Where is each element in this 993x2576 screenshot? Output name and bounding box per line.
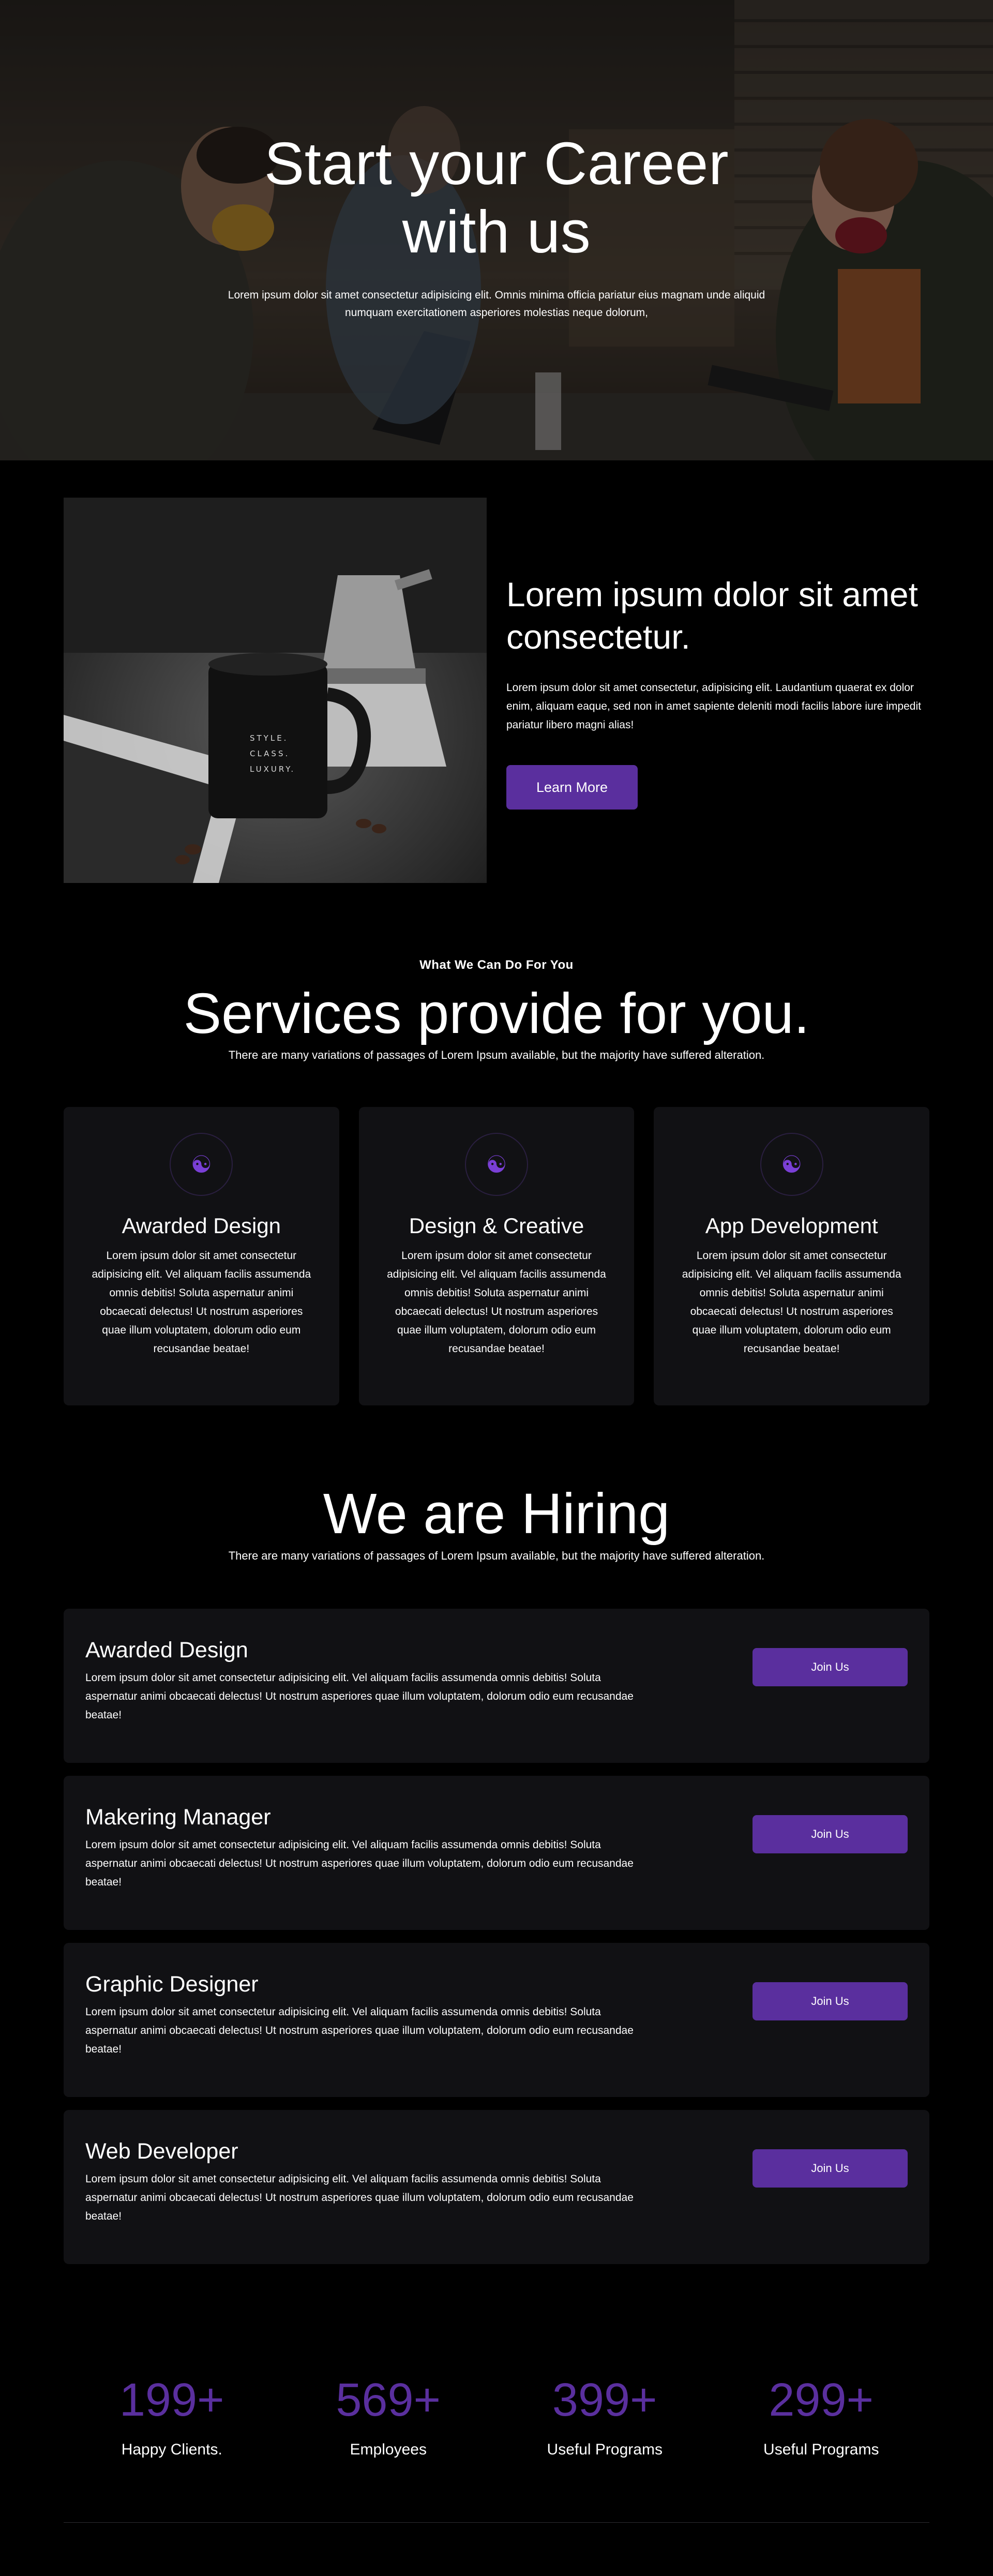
hero-section: Start your Career with us Lorem ipsum do… xyxy=(0,0,993,460)
stat-item: 399+ Useful Programs xyxy=(496,2374,713,2459)
stat-value: 199+ xyxy=(119,2374,224,2426)
service-card: ☯ Awarded Design Lorem ipsum dolor sit a… xyxy=(64,1107,339,1405)
services-cards: ☯ Awarded Design Lorem ipsum dolor sit a… xyxy=(64,1107,930,1405)
hiring-subtitle: There are many variations of passages of… xyxy=(228,1549,765,1562)
job-card: Web Developer Lorem ipsum dolor sit amet… xyxy=(64,2110,929,2264)
about-copy: Lorem ipsum dolor sit amet consectetur. … xyxy=(506,573,930,810)
service-icon-ring: ☯ xyxy=(170,1133,233,1196)
hero-description: Lorem ipsum dolor sit amet consectetur a… xyxy=(228,289,765,319)
service-icon-ring: ☯ xyxy=(465,1133,528,1196)
mug-image: STYLE. CLASS. LUXURY. xyxy=(64,498,487,883)
stat-value: 569+ xyxy=(336,2374,441,2426)
hero-content: Start your Career with us Lorem ipsum do… xyxy=(0,129,993,322)
stat-value: 399+ xyxy=(552,2374,657,2426)
svg-text:LUXURY.: LUXURY. xyxy=(250,765,295,774)
service-card-text: Lorem ipsum dolor sit amet consectetur a… xyxy=(92,1250,311,1355)
services-subtitle: There are many variations of passages of… xyxy=(228,1049,765,1061)
services-title: Services provide for you. xyxy=(183,982,810,1045)
yin-yang-icon: ☯ xyxy=(781,1151,803,1178)
job-card: Awarded Design Lorem ipsum dolor sit ame… xyxy=(64,1609,929,1763)
service-card: ☯ Design & Creative Lorem ipsum dolor si… xyxy=(358,1107,635,1405)
stat-label: Useful Programs xyxy=(547,2441,663,2458)
job-card: Graphic Designer Lorem ipsum dolor sit a… xyxy=(64,1943,929,2097)
svg-text:CLASS.: CLASS. xyxy=(250,749,290,758)
job-description: Lorem ipsum dolor sit amet consectetur a… xyxy=(85,1839,634,1888)
service-card-title: App Development xyxy=(705,1214,878,1238)
about-description: Lorem ipsum dolor sit amet consectetur, … xyxy=(506,682,921,731)
about-title: Lorem ipsum dolor sit amet consectetur. xyxy=(506,575,918,656)
stat-label: Happy Clients. xyxy=(121,2441,222,2458)
about-section: STYLE. CLASS. LUXURY. Lorem ipsum dolor … xyxy=(0,460,993,900)
stat-item: 569+ Employees xyxy=(280,2374,497,2459)
stat-value: 299+ xyxy=(769,2374,874,2426)
service-icon-ring: ☯ xyxy=(760,1133,823,1196)
job-list: Awarded Design Lorem ipsum dolor sit ame… xyxy=(64,1609,929,2277)
job-card: Makering Manager Lorem ipsum dolor sit a… xyxy=(64,1776,929,1930)
service-card-text: Lorem ipsum dolor sit amet consectetur a… xyxy=(387,1250,606,1355)
hero-title: Start your Career with us xyxy=(264,130,729,265)
stats-row: 199+ Happy Clients. 569+ Employees 399+ … xyxy=(64,2374,929,2459)
job-description: Lorem ipsum dolor sit amet consectetur a… xyxy=(85,1672,634,1721)
service-card: ☯ App Development Lorem ipsum dolor sit … xyxy=(654,1107,930,1405)
services-eyebrow: What We Can Do For You xyxy=(419,958,574,972)
stat-item: 199+ Happy Clients. xyxy=(64,2374,280,2459)
svg-text:STYLE.: STYLE. xyxy=(250,733,288,743)
stat-label: Employees xyxy=(350,2441,427,2458)
service-card-title: Awarded Design xyxy=(122,1214,281,1238)
footer-divider xyxy=(64,2522,929,2523)
job-description: Lorem ipsum dolor sit amet consectetur a… xyxy=(85,2173,634,2222)
stat-label: Useful Programs xyxy=(763,2441,879,2458)
join-us-button[interactable]: Join Us xyxy=(753,1648,908,1686)
join-us-button[interactable]: Join Us xyxy=(753,1815,908,1853)
job-description: Lorem ipsum dolor sit amet consectetur a… xyxy=(85,2006,634,2055)
join-us-button[interactable]: Join Us xyxy=(753,2149,908,2188)
hiring-title: We are Hiring xyxy=(323,1482,670,1546)
stat-item: 299+ Useful Programs xyxy=(713,2374,930,2459)
yin-yang-icon: ☯ xyxy=(486,1151,507,1178)
service-card-title: Design & Creative xyxy=(409,1214,584,1238)
service-card-text: Lorem ipsum dolor sit amet consectetur a… xyxy=(682,1250,901,1355)
yin-yang-icon: ☯ xyxy=(190,1151,212,1178)
join-us-button[interactable]: Join Us xyxy=(753,1982,908,2020)
learn-more-button[interactable]: Learn More xyxy=(506,765,638,810)
